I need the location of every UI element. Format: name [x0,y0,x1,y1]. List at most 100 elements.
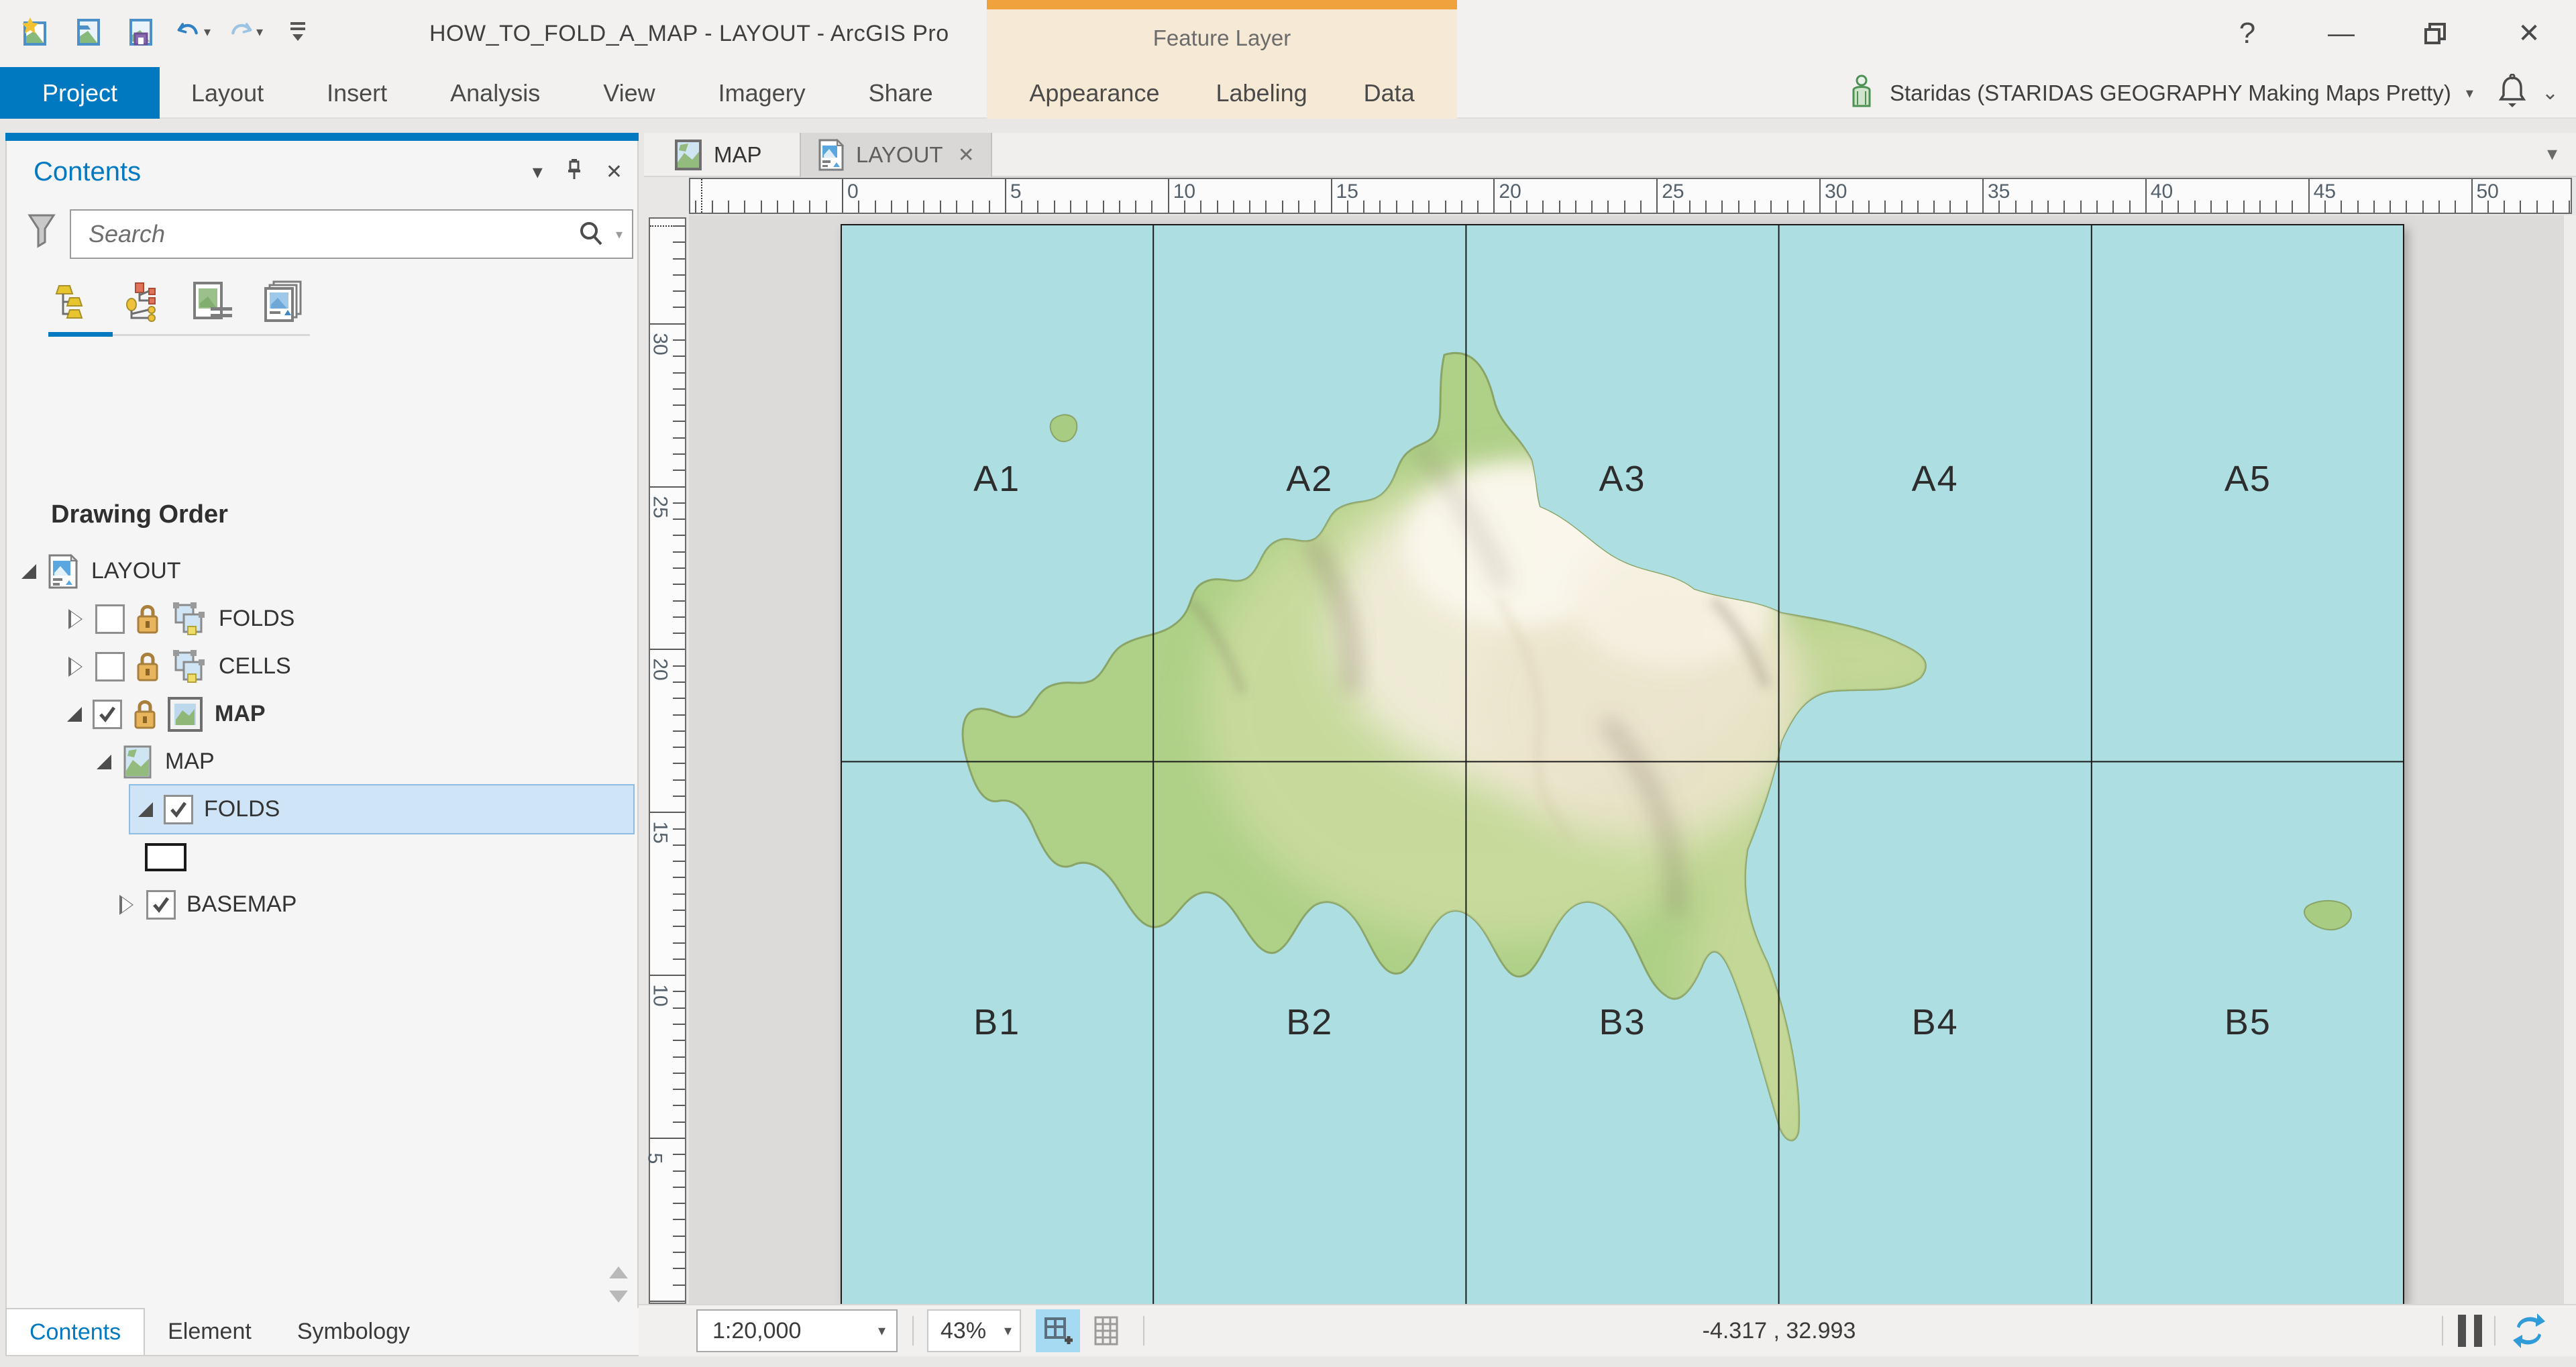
ruler-tick [673,747,685,748]
ribbon-collapse-chevron-icon[interactable]: ⌄ [2542,81,2559,105]
expander-closed-icon[interactable] [71,610,83,628]
ruler-tick [1819,179,1821,213]
expander-open-icon[interactable] [138,802,153,817]
list-by-drawing-order-icon[interactable] [48,279,93,323]
search-options-dropdown-icon[interactable]: ▾ [616,226,623,243]
grid-cell-label: A2 [1286,458,1333,500]
save-project-icon[interactable] [123,14,158,49]
tree-item-layout[interactable]: LAYOUT [7,547,637,595]
ruler-tick [1705,201,1707,213]
expander-open-icon[interactable] [21,564,36,579]
ruler-tick [826,201,827,213]
list-by-source-icon[interactable] [119,279,164,323]
account-dropdown-icon[interactable]: ▾ [2466,85,2473,102]
ribbon-tab-data[interactable]: Data [1336,79,1443,107]
map-scale-combo[interactable]: 1:20,000 ▾ [696,1309,898,1352]
ruler-tick [2080,201,2082,213]
scroll-up-icon[interactable] [609,1266,628,1278]
view-tab-map[interactable]: MAP [657,133,778,177]
list-by-element-icon[interactable] [191,279,235,323]
ruler-number: 0 [847,180,859,203]
ruler-tick [673,600,685,602]
zoom-dropdown-icon[interactable]: ▾ [1004,1322,1012,1339]
restore-icon[interactable] [2388,0,2482,67]
visibility-checkbox-checked[interactable] [93,700,122,729]
ribbon-tab-appearance[interactable]: Appearance [1001,79,1187,107]
pause-drawing-button[interactable] [2458,1315,2482,1347]
symbol-swatch[interactable] [145,843,186,871]
undo-icon[interactable]: ▾ [176,14,211,49]
ribbon-tab-labeling[interactable]: Labeling [1187,79,1335,107]
list-by-page-icon[interactable] [262,279,306,323]
refresh-view-button[interactable] [2510,1311,2548,1354]
open-project-icon[interactable] [71,14,106,49]
expander-closed-icon[interactable] [71,658,83,675]
tree-item-map-frame[interactable]: MAP [7,690,637,738]
signed-in-user[interactable]: Staridas (STARIDAS GEOGRAPHY Making Maps… [1890,80,2451,106]
tree-item-symbol-swatch[interactable] [7,833,637,881]
ribbon-tab-share[interactable]: Share [837,67,965,119]
pane-menu-icon[interactable]: ▾ [533,160,543,184]
close-pane-icon[interactable]: ✕ [606,160,623,184]
tab-element[interactable]: Element [145,1308,274,1355]
filter-funnel-icon[interactable] [27,213,56,255]
ruler-number: 5 [643,1153,665,1164]
close-icon[interactable]: ✕ [2482,0,2576,67]
zoom-percent-combo[interactable]: 43% ▾ [927,1309,1021,1352]
help-icon[interactable]: ? [2200,0,2294,67]
map-frame-icon [166,696,204,733]
ruler-tick [1314,201,1316,213]
ruler-tick [712,201,713,213]
ribbon-tab-insert[interactable]: Insert [295,67,419,119]
new-project-icon[interactable] [19,14,54,49]
grid-view-button[interactable] [1084,1309,1128,1352]
ruler-number: 10 [649,984,672,1006]
tree-scrollbar[interactable] [609,1266,628,1303]
visibility-checkbox-checked[interactable] [146,890,176,920]
new-map-frame-button[interactable] [1036,1309,1080,1352]
minimize-icon[interactable]: — [2294,0,2388,67]
undo-dropdown-icon[interactable]: ▾ [204,23,211,40]
redo-dropdown-icon[interactable]: ▾ [256,23,263,40]
ruler-tick [673,665,685,667]
view-tab-layout[interactable]: LAYOUT ✕ [800,133,992,177]
search-icon[interactable] [577,219,605,250]
ruler-tick [673,535,685,536]
tree-item-cells-group[interactable]: CELLS [7,643,637,690]
tree-item-folds-group[interactable]: FOLDS [7,595,637,643]
expander-open-icon[interactable] [97,755,111,769]
ruler-tick [673,307,685,308]
view-tabs-overflow-icon[interactable]: ▾ [2547,142,2557,166]
scale-dropdown-icon[interactable]: ▾ [878,1322,885,1339]
pin-icon[interactable] [566,158,583,186]
canvas-scrollbar[interactable] [2564,215,2576,1304]
pane-accent-strip [5,133,639,141]
ruler-tick [673,714,685,716]
ruler-tick [1526,201,1527,213]
ribbon-tab-view[interactable]: View [572,67,686,119]
tree-item-map[interactable]: MAP [7,738,637,785]
ruler-tick [650,323,685,325]
search-input[interactable]: Search ▾ [70,209,633,259]
ruler-tick [1379,201,1381,213]
expander-open-icon[interactable] [67,707,82,722]
close-view-icon[interactable]: ✕ [958,144,975,167]
visibility-checkbox-unchecked[interactable] [95,652,125,681]
notifications-bell-icon[interactable] [2498,74,2527,112]
layout-canvas[interactable]: A1A2A3A4A5B1B2B3B4B5 [689,215,2576,1304]
redo-icon[interactable]: ▾ [228,14,263,49]
tab-symbology[interactable]: Symbology [274,1308,433,1355]
tree-item-basemap[interactable]: BASEMAP [7,881,637,928]
tree-item-folds-layer-selected[interactable]: FOLDS [130,785,633,833]
tab-contents[interactable]: Contents [5,1308,145,1355]
ribbon-tab-imagery[interactable]: Imagery [687,67,837,119]
visibility-checkbox-unchecked[interactable] [95,604,125,634]
ribbon-tab-analysis[interactable]: Analysis [419,67,572,119]
scroll-down-icon[interactable] [609,1291,628,1303]
layout-page[interactable]: A1A2A3A4A5B1B2B3B4B5 [841,224,2404,1304]
expander-closed-icon[interactable] [122,896,134,914]
customize-qat-icon[interactable] [280,14,315,49]
ribbon-tab-layout[interactable]: Layout [160,67,295,119]
visibility-checkbox-checked[interactable] [164,795,193,824]
ribbon-tab-project[interactable]: Project [0,67,160,119]
